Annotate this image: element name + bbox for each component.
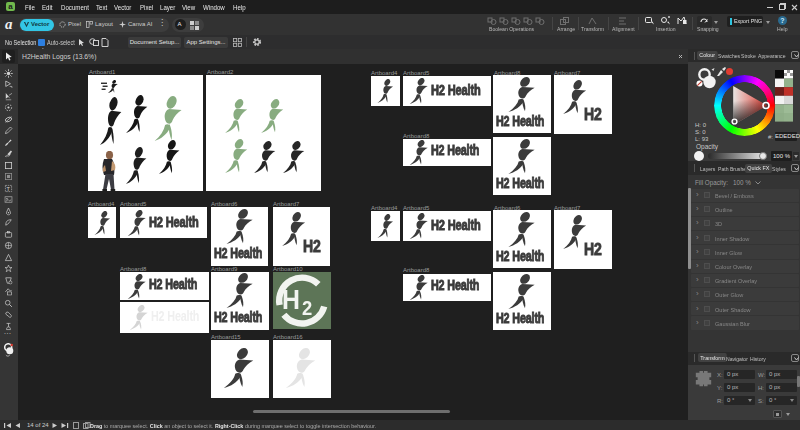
- svg-text:T: T: [7, 185, 11, 191]
